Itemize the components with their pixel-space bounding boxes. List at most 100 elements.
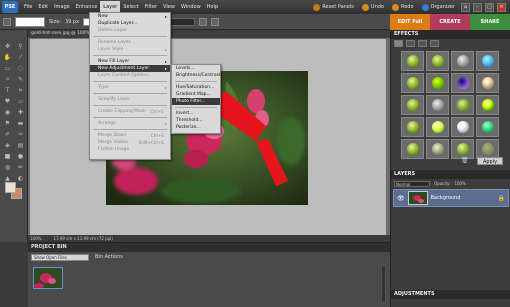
close-icon[interactable]: × bbox=[497, 2, 506, 12]
tab-share[interactable]: SHARE bbox=[470, 14, 510, 30]
bin-actions-button[interactable]: Bin Actions bbox=[95, 254, 123, 260]
shape-tool-icon[interactable]: ■ bbox=[2, 152, 13, 161]
effect-thumbnail[interactable] bbox=[401, 95, 424, 115]
clone-stamp-tool-icon[interactable]: ⚑ bbox=[2, 119, 13, 128]
effect-thumbnail[interactable] bbox=[426, 51, 449, 71]
effects-title[interactable]: EFFECTS bbox=[391, 30, 510, 39]
effect-thumbnail[interactable] bbox=[476, 95, 499, 115]
cookie-cutter-tool-icon[interactable]: ♥ bbox=[2, 97, 13, 106]
adjustments-title[interactable]: ADJUSTMENTS bbox=[391, 290, 510, 299]
opacity-value[interactable]: 100% bbox=[454, 181, 465, 186]
organizer-button[interactable]: Organizer bbox=[419, 3, 458, 11]
effect-thumbnail[interactable] bbox=[476, 117, 499, 137]
foreground-color-swatch[interactable] bbox=[5, 182, 16, 193]
adjustment-menu-item[interactable]: Photo Filter... bbox=[172, 98, 220, 105]
layer-menu-dropdown: New ▸ Duplicate Layer... Delete Layer Rename… bbox=[89, 12, 171, 160]
effect-thumbnail[interactable] bbox=[451, 73, 474, 93]
lasso-tool-icon[interactable]: ◌ bbox=[15, 64, 26, 73]
apply-button[interactable]: Apply bbox=[477, 157, 503, 165]
reset-panels-button[interactable]: Reset Panels bbox=[310, 3, 357, 11]
pencil-tool-icon[interactable]: ✏ bbox=[15, 163, 26, 172]
effect-thumbnail[interactable] bbox=[401, 73, 424, 93]
project-bin-scrollbar[interactable] bbox=[381, 265, 386, 303]
adjustment-menu-item[interactable]: Hue/Saturation... bbox=[172, 84, 220, 91]
menu-image[interactable]: Image bbox=[51, 1, 73, 13]
menu-edit[interactable]: Edit bbox=[35, 1, 51, 13]
type-tool-icon[interactable]: T bbox=[2, 86, 13, 95]
effect-thumbnail[interactable] bbox=[401, 117, 424, 137]
tab-edit-full[interactable]: EDIT Full bbox=[390, 14, 430, 30]
effect-thumbnail[interactable] bbox=[451, 139, 474, 159]
effects-tab-all[interactable] bbox=[430, 40, 439, 47]
straighten-tool-icon[interactable]: ▱ bbox=[15, 97, 26, 106]
tab-create[interactable]: CREATE bbox=[430, 14, 470, 30]
airbrush-icon[interactable] bbox=[199, 17, 208, 26]
zoom-readout[interactable]: 100% bbox=[30, 235, 41, 242]
gradient-tool-icon[interactable]: ▤ bbox=[15, 141, 26, 150]
brush-preview[interactable] bbox=[15, 16, 45, 27]
layers-title[interactable]: LAYERS bbox=[391, 170, 510, 179]
project-bin-title[interactable]: PROJECT BIN bbox=[28, 243, 390, 252]
effect-thumbnail[interactable] bbox=[401, 51, 424, 71]
redo-button[interactable]: Redo bbox=[389, 3, 417, 11]
dodge-tool-icon[interactable]: ◐ bbox=[15, 174, 26, 183]
move-tool-icon[interactable]: ✥ bbox=[2, 42, 13, 51]
effect-thumbnail[interactable] bbox=[476, 139, 499, 159]
hand-tool-icon[interactable]: ✋ bbox=[2, 53, 13, 62]
adjustment-menu-item[interactable]: Threshold... bbox=[172, 117, 220, 124]
undo-button[interactable]: Undo bbox=[359, 3, 387, 11]
blend-mode-select[interactable]: Normal bbox=[394, 180, 430, 187]
menu-file[interactable]: File bbox=[21, 1, 35, 13]
document-tab[interactable]: gold-tint-rose.jpg @ 100% (RGB/8) bbox=[28, 30, 390, 38]
show-files-select[interactable]: Show Open Files bbox=[31, 253, 89, 261]
layer-menu-item[interactable]: New Adjustment Layer ▸ bbox=[90, 65, 170, 72]
marquee-tool-icon[interactable]: ▭ bbox=[2, 64, 13, 73]
minimize-icon[interactable]: – bbox=[473, 2, 482, 12]
blur-tool-icon[interactable]: ● bbox=[15, 152, 26, 161]
effect-thumbnail[interactable] bbox=[426, 73, 449, 93]
layer-menu-item[interactable]: New ▸ bbox=[90, 13, 170, 20]
sponge-tool-icon[interactable]: ◍ bbox=[2, 163, 13, 172]
effect-thumbnail[interactable] bbox=[476, 73, 499, 93]
smart-brush-tool-icon[interactable]: ✑ bbox=[15, 130, 26, 139]
effects-tab-layer-styles[interactable] bbox=[406, 40, 415, 47]
crop-tool-icon[interactable]: ⌗ bbox=[15, 86, 26, 95]
adjustment-menu-item[interactable]: Invert... bbox=[172, 110, 220, 117]
brush-tool-icon[interactable]: ✐ bbox=[2, 130, 13, 139]
quick-selection-tool-icon[interactable]: ✎ bbox=[15, 75, 26, 84]
effect-thumbnail[interactable] bbox=[426, 117, 449, 137]
adjustment-menu-item[interactable]: Gradient Map... bbox=[172, 91, 220, 98]
adjustment-menu-item[interactable]: Levels... bbox=[172, 65, 220, 72]
layer-menu-item[interactable]: New Fill Layer ▸ bbox=[90, 58, 170, 65]
effects-tab-filters[interactable] bbox=[394, 40, 403, 47]
effect-thumbnail[interactable] bbox=[451, 117, 474, 137]
eraser-tool-icon[interactable]: ▬ bbox=[15, 119, 26, 128]
size-value[interactable]: 39 px bbox=[65, 19, 79, 25]
magic-wand-tool-icon[interactable]: ✧ bbox=[2, 75, 13, 84]
effect-thumbnail[interactable] bbox=[451, 95, 474, 115]
maximize-icon[interactable]: □ bbox=[485, 2, 494, 12]
menu-window[interactable]: Window bbox=[178, 1, 204, 13]
eye-icon[interactable]: 👁 bbox=[397, 195, 405, 202]
tool-preset-icon[interactable] bbox=[3, 17, 11, 26]
effect-thumbnail[interactable] bbox=[451, 51, 474, 71]
effect-thumbnail[interactable] bbox=[426, 139, 449, 159]
menu-help[interactable]: Help bbox=[204, 1, 221, 13]
effect-thumbnail[interactable] bbox=[476, 51, 499, 71]
eyedropper-tool-icon[interactable]: ⁄ bbox=[15, 53, 26, 62]
layer-menu-item[interactable]: Duplicate Layer... bbox=[90, 20, 170, 27]
adjustment-menu-item[interactable]: Posterize... bbox=[172, 124, 220, 131]
effect-thumbnail[interactable] bbox=[401, 139, 424, 159]
effects-tab-photo-effects[interactable] bbox=[418, 40, 427, 47]
zoom-tool-icon[interactable]: ⚲ bbox=[15, 42, 26, 51]
paint-bucket-tool-icon[interactable]: ◈ bbox=[2, 141, 13, 150]
home-icon[interactable]: ⌂ bbox=[461, 2, 470, 12]
effect-thumbnail[interactable] bbox=[426, 95, 449, 115]
adjustment-menu-item[interactable]: Brightness/Contrast... bbox=[172, 72, 225, 79]
layer-row-background[interactable]: 👁 Background 🔒 bbox=[393, 189, 509, 207]
trash-icon[interactable]: 🗑 bbox=[461, 157, 469, 165]
project-bin-thumbnail[interactable] bbox=[33, 267, 63, 289]
red-eye-tool-icon[interactable]: ◉ bbox=[2, 108, 13, 117]
healing-brush-tool-icon[interactable]: ✚ bbox=[15, 108, 26, 117]
tablet-icon[interactable] bbox=[211, 17, 220, 26]
